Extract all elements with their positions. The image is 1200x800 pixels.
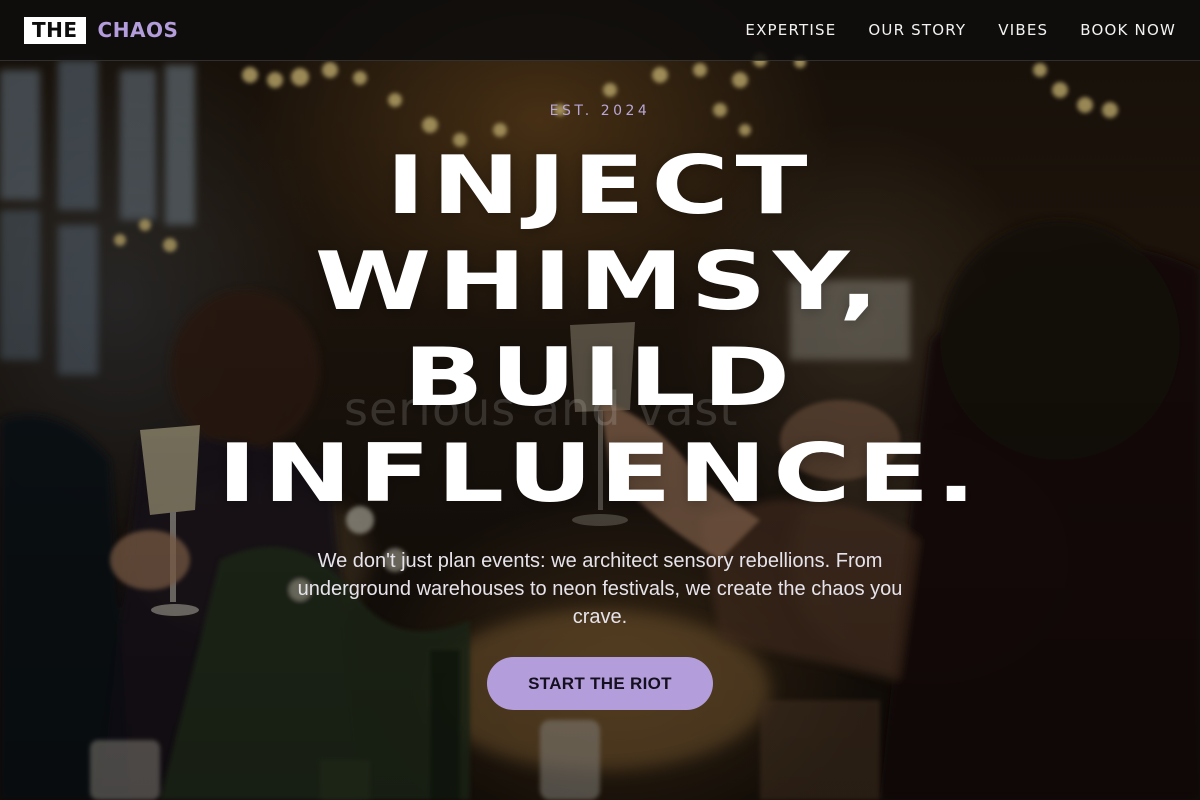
headline-line-4: INFLUENCE. — [217, 427, 983, 520]
hero-headline: INJECT WHIMSY, BUILD INFLUENCE. — [0, 138, 1200, 522]
headline-line-2: WHIMSY, — [314, 235, 886, 328]
logo-box-text: THE — [24, 16, 86, 44]
brand-logo[interactable]: THE CHAOS — [24, 16, 179, 44]
headline-line-1: INJECT — [385, 139, 815, 232]
nav-link-vibes[interactable]: VIBES — [998, 21, 1048, 39]
hero-tagline: We don't just plan events: we architect … — [297, 550, 903, 628]
nav-link-expertise[interactable]: EXPERTISE — [745, 21, 836, 39]
nav-link-our-story[interactable]: OUR STORY — [868, 21, 966, 39]
hero-ghost-text: serious and vast — [344, 382, 739, 436]
hero-section: EST. 2024 INJECT WHIMSY, BUILD INFLUENCE… — [0, 0, 1200, 800]
main-nav: EXPERTISE OUR STORY VIBES BOOK NOW — [745, 21, 1176, 39]
nav-link-book-now[interactable]: BOOK NOW — [1080, 21, 1176, 39]
hero-eyebrow: EST. 2024 — [549, 103, 651, 119]
site-header: THE CHAOS EXPERTISE OUR STORY VIBES BOOK… — [0, 0, 1200, 61]
start-the-riot-button[interactable]: START THE RIOT — [487, 657, 713, 710]
logo-word-text: CHAOS — [97, 18, 179, 42]
